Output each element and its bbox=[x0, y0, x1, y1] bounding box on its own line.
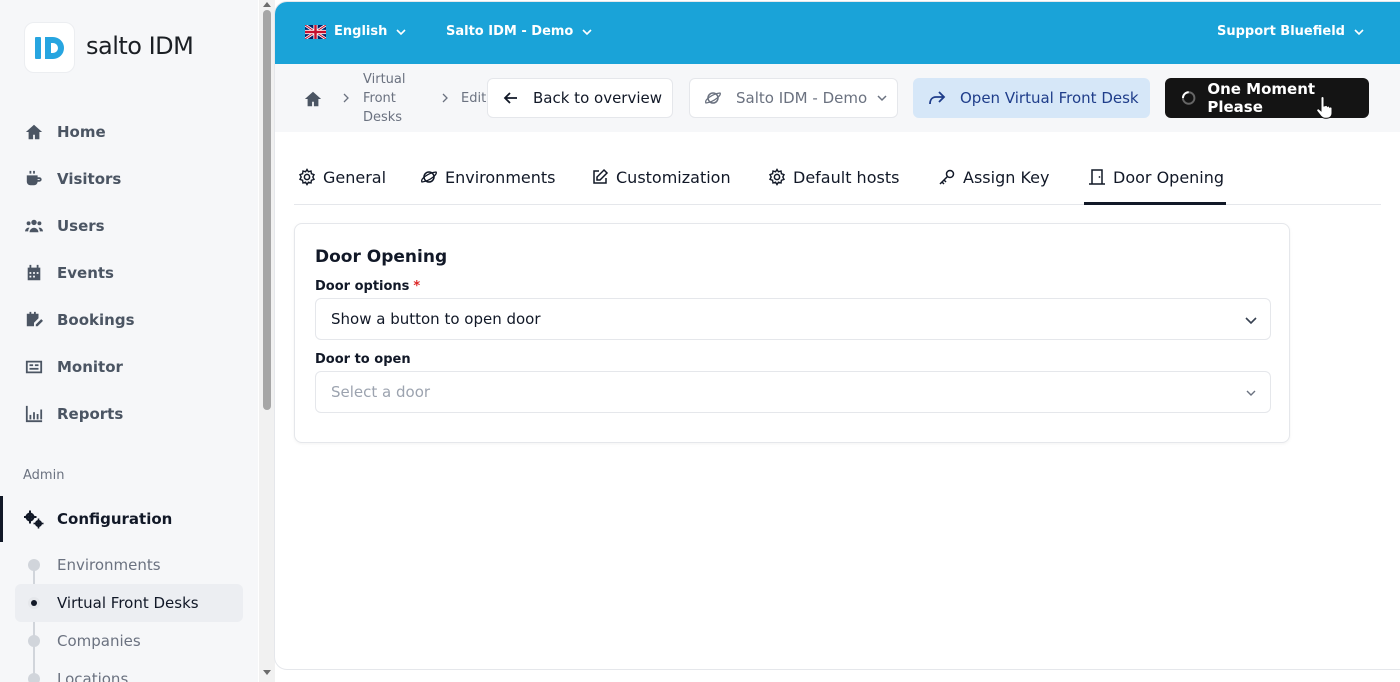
required-mark: * bbox=[413, 279, 421, 294]
planet-icon bbox=[421, 171, 437, 183]
arrow-left-icon bbox=[503, 92, 517, 104]
environment-dropdown[interactable]: Salto IDM - Demo bbox=[689, 78, 898, 118]
breadcrumb-current: Edit bbox=[461, 91, 487, 106]
door-options-select[interactable]: Show a button to open door bbox=[315, 298, 1271, 340]
chevron-down-icon bbox=[396, 28, 406, 35]
sidebar-item-home[interactable]: Home bbox=[24, 120, 106, 144]
sidebar-subitem-label: Companies bbox=[57, 632, 141, 650]
chevron-down-icon bbox=[1245, 317, 1257, 325]
door-to-open-select[interactable]: Select a door bbox=[315, 371, 1271, 413]
active-tab-indicator bbox=[1084, 202, 1226, 205]
reports-icon bbox=[24, 404, 44, 424]
sidebar-item-label: Reports bbox=[57, 405, 124, 423]
tab-customization[interactable]: Customization bbox=[591, 165, 731, 189]
sidebar-item-configuration[interactable]: Configuration bbox=[0, 496, 258, 542]
breadcrumb-virtual-front-desks[interactable]: Virtual Front Desks bbox=[363, 70, 405, 127]
sidebar-item-label: Visitors bbox=[57, 170, 122, 188]
mouse-cursor-icon bbox=[1316, 97, 1333, 119]
main-panel: English Salto IDM - Demo Support Bluefie… bbox=[275, 2, 1400, 669]
tab-general[interactable]: General bbox=[298, 165, 386, 189]
chevron-down-icon bbox=[877, 95, 887, 102]
tab-default-hosts[interactable]: Default hosts bbox=[768, 165, 899, 189]
sidebar-subitem-environments[interactable]: Environments bbox=[15, 546, 243, 584]
sidebar-scrollbar[interactable] bbox=[259, 0, 275, 682]
brand-name: salto IDM bbox=[86, 32, 194, 60]
sidebar-item-visitors[interactable]: Visitors bbox=[24, 167, 121, 191]
sidebar-item-monitor[interactable]: Monitor bbox=[24, 355, 123, 379]
planet-icon bbox=[705, 92, 721, 104]
user-name: Support Bluefield bbox=[1217, 24, 1345, 39]
sidebar-item-reports[interactable]: Reports bbox=[24, 402, 123, 426]
sidebar: salto IDM Home Visitors Users Events Boo… bbox=[0, 0, 258, 682]
chevron-down-icon bbox=[582, 28, 592, 35]
users-icon bbox=[24, 216, 44, 236]
chevron-right-icon bbox=[442, 93, 448, 103]
logo[interactable] bbox=[24, 22, 75, 73]
tab-door-opening[interactable]: Door Opening bbox=[1088, 165, 1224, 189]
breadcrumb-home-icon[interactable] bbox=[304, 90, 322, 108]
calendar-icon bbox=[24, 263, 44, 283]
sidebar-subitem-virtual-front-desks[interactable]: Virtual Front Desks bbox=[15, 584, 243, 622]
admin-section-label: Admin bbox=[23, 468, 65, 483]
tree-dot bbox=[28, 635, 40, 647]
monitor-icon bbox=[24, 357, 44, 377]
active-indicator bbox=[0, 496, 3, 542]
door-options-value: Show a button to open door bbox=[331, 310, 541, 328]
tab-bar: General Environments Customization Defau… bbox=[294, 132, 1381, 205]
sidebar-item-bookings[interactable]: Bookings bbox=[24, 308, 135, 332]
action-bar: Virtual Front Desks Edit Back to overvie… bbox=[275, 64, 1400, 132]
uk-flag-icon bbox=[305, 24, 326, 39]
door-to-open-label: Door to open bbox=[315, 352, 411, 367]
chevron-down-icon bbox=[1246, 390, 1256, 396]
language-selector[interactable]: English bbox=[305, 24, 406, 39]
logo-icon bbox=[34, 36, 64, 59]
back-to-overview-button[interactable]: Back to overview bbox=[487, 78, 673, 118]
sidebar-subitem-label: Locations bbox=[57, 670, 129, 682]
door-options-label: Door options * bbox=[315, 279, 421, 294]
spinner-icon bbox=[1181, 91, 1196, 105]
chevron-down-icon bbox=[1354, 28, 1364, 35]
sidebar-item-events[interactable]: Events bbox=[24, 261, 114, 285]
sidebar-subitem-companies[interactable]: Companies bbox=[15, 622, 243, 660]
sidebar-item-label: Monitor bbox=[57, 358, 123, 376]
coffee-icon bbox=[24, 169, 44, 189]
sidebar-item-label: Bookings bbox=[57, 311, 135, 329]
sidebar-item-label: Users bbox=[57, 217, 105, 235]
door-to-open-placeholder: Select a door bbox=[331, 383, 431, 401]
sidebar-subitem-label: Virtual Front Desks bbox=[57, 594, 199, 612]
share-arrow-icon bbox=[929, 91, 946, 105]
top-bar: English Salto IDM - Demo Support Bluefie… bbox=[275, 2, 1400, 64]
tenant-selector[interactable]: Salto IDM - Demo bbox=[446, 24, 592, 39]
sidebar-item-users[interactable]: Users bbox=[24, 214, 105, 238]
door-icon bbox=[1089, 169, 1105, 185]
user-menu[interactable]: Support Bluefield bbox=[1217, 24, 1364, 39]
scroll-down-arrow[interactable] bbox=[263, 670, 271, 675]
sidebar-subitem-locations[interactable]: Locations bbox=[15, 660, 243, 682]
tenant-label: Salto IDM - Demo bbox=[446, 24, 574, 39]
sidebar-item-label: Home bbox=[57, 123, 106, 141]
tab-assign-key[interactable]: Assign Key bbox=[938, 165, 1049, 189]
open-virtual-front-desk-button[interactable]: Open Virtual Front Desk bbox=[913, 78, 1150, 118]
key-icon bbox=[939, 169, 955, 185]
bookings-icon bbox=[24, 310, 44, 330]
chevron-right-icon bbox=[343, 93, 349, 103]
tree-dot-active bbox=[28, 597, 40, 609]
edit-icon bbox=[593, 168, 609, 184]
home-icon bbox=[24, 122, 44, 142]
sidebar-subitem-label: Environments bbox=[57, 556, 161, 574]
gear-icon bbox=[769, 168, 785, 186]
sidebar-item-label: Events bbox=[57, 264, 114, 282]
gears-icon bbox=[23, 509, 44, 529]
tree-dot bbox=[28, 559, 40, 571]
language-label: English bbox=[334, 24, 388, 39]
loading-button[interactable]: One Moment Please bbox=[1165, 78, 1369, 118]
scroll-up-arrow[interactable] bbox=[263, 2, 271, 7]
tree-dot bbox=[28, 673, 40, 682]
scroll-thumb[interactable] bbox=[263, 10, 271, 410]
sidebar-item-label: Configuration bbox=[57, 510, 173, 528]
card-title: Door Opening bbox=[315, 247, 448, 267]
tab-environments[interactable]: Environments bbox=[420, 165, 556, 189]
door-opening-card: Door Opening Door options * Show a button… bbox=[294, 223, 1290, 443]
gear-icon bbox=[299, 168, 315, 186]
